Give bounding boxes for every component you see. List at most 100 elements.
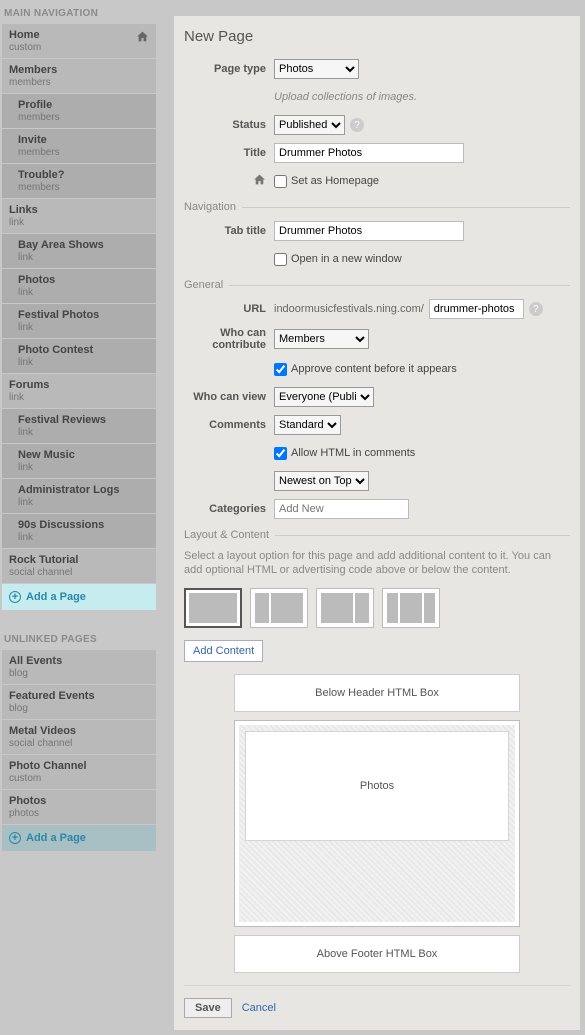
comments-select[interactable]: Standard [274,415,341,435]
add-page-label: Add a Page [26,591,86,603]
below-header-box[interactable]: Below Header HTML Box [234,674,520,712]
nav-item-subtitle: members [9,77,149,88]
nav-item-subtitle: link [18,532,149,543]
nav-item[interactable]: Profilemembers [2,94,156,128]
layout-desc: Select a layout option for this page and… [184,549,570,578]
approve-checkbox[interactable] [274,363,287,376]
nav-item[interactable]: Metal Videossocial channel [2,720,156,754]
nav-item-title: Rock Tutorial [9,554,78,566]
nav-item-title: Links [9,204,38,216]
nav-item[interactable]: Festival Reviewslink [2,409,156,443]
nav-item[interactable]: Linkslink [2,199,156,233]
nav-item-title: Invite [18,134,47,146]
save-button[interactable]: Save [184,998,232,1018]
nav-item-subtitle: custom [9,42,149,53]
nav-item[interactable]: Trouble?members [2,164,156,198]
nav-item-title: Photo Contest [18,344,93,356]
label-title: Title [184,147,274,159]
above-footer-box[interactable]: Above Footer HTML Box [234,935,520,973]
nav-item-subtitle: link [9,217,149,228]
url-slug-input[interactable] [429,299,524,319]
nav-item-subtitle: members [18,112,149,123]
contribute-select[interactable]: Members [274,329,369,349]
sidebar: MAIN NAVIGATION HomecustomMembersmembers… [0,0,158,1035]
nav-item[interactable]: New Musiclink [2,444,156,478]
nav-item[interactable]: Photo Contestlink [2,339,156,373]
nav-item-subtitle: blog [9,668,149,679]
photos-module[interactable]: Photos [245,731,509,841]
label-contribute: Who can contribute [184,327,274,351]
title-input[interactable] [274,143,464,163]
add-page-button[interactable]: + Add a Page [2,584,156,610]
nav-item-subtitle: members [18,182,149,193]
view-select[interactable]: Everyone (Public) [274,387,374,407]
nav-item-title: Bay Area Shows [18,239,104,251]
section-general: General [184,279,229,291]
help-icon[interactable]: ? [350,118,364,132]
cancel-link[interactable]: Cancel [242,1002,276,1014]
nav-item[interactable]: Photosphotos [2,790,156,824]
nav-item[interactable]: Photoslink [2,269,156,303]
nav-item-title: Festival Reviews [18,414,106,426]
label-comments: Comments [184,419,274,431]
comment-order-select[interactable]: Newest on Top [274,471,369,491]
layout-2col-right[interactable] [316,588,374,628]
nav-item-subtitle: photos [9,808,149,819]
allow-html-checkbox[interactable] [274,447,287,460]
categories-input[interactable] [274,499,409,519]
label-categories: Categories [184,503,274,515]
nav-item[interactable]: Administrator Logslink [2,479,156,513]
nav-item-subtitle: link [18,462,149,473]
nav-item-subtitle: members [18,147,149,158]
nav-item-title: Administrator Logs [18,484,119,496]
nav-item[interactable]: Membersmembers [2,59,156,93]
add-content-button[interactable]: Add Content [184,640,263,662]
nav-item-subtitle: social channel [9,738,149,749]
page-type-select[interactable]: Photos [274,59,359,79]
section-navigation: Navigation [184,201,242,213]
nav-item-title: 90s Discussions [18,519,104,531]
tab-title-input[interactable] [274,221,464,241]
nav-item-subtitle: link [9,392,149,403]
page-heading: New Page [184,28,570,45]
layout-2col-left[interactable] [250,588,308,628]
unlinked-heading: UNLINKED PAGES [2,630,156,649]
help-icon[interactable]: ? [529,302,543,316]
nav-item-title: Festival Photos [18,309,99,321]
plus-icon: + [9,832,21,844]
nav-item-subtitle: link [18,322,149,333]
nav-item[interactable]: Rock Tutorialsocial channel [2,549,156,583]
nav-item-title: Trouble? [18,169,64,181]
nav-item-title: Photos [18,274,55,286]
new-window-label: Open in a new window [291,253,402,265]
label-status: Status [184,119,274,131]
approve-label: Approve content before it appears [291,363,457,375]
nav-item[interactable]: All Eventsblog [2,650,156,684]
nav-item-subtitle: link [18,357,149,368]
status-select[interactable]: Published [274,115,345,135]
add-page-button-unlinked[interactable]: + Add a Page [2,825,156,851]
homepage-checkbox[interactable] [274,175,287,188]
nav-item[interactable]: Festival Photoslink [2,304,156,338]
nav-item-subtitle: blog [9,703,149,714]
nav-item[interactable]: Featured Eventsblog [2,685,156,719]
nav-item[interactable]: 90s Discussionslink [2,514,156,548]
nav-item[interactable]: Bay Area Showslink [2,234,156,268]
nav-item-subtitle: link [18,427,149,438]
add-page-label: Add a Page [26,832,86,844]
nav-item-title: Forums [9,379,49,391]
layout-options [184,588,570,628]
layout-3col[interactable] [382,588,440,628]
nav-item-title: New Music [18,449,75,461]
nav-item[interactable]: Homecustom [2,24,156,58]
url-base: indoormusicfestivals.ning.com/ [274,303,424,315]
main-panel: New Page Page type Photos Upload collect… [174,16,580,1030]
nav-item-title: Members [9,64,57,76]
layout-1col[interactable] [184,588,242,628]
nav-item-title: All Events [9,655,62,667]
nav-item[interactable]: Invitemembers [2,129,156,163]
nav-item[interactable]: Photo Channelcustom [2,755,156,789]
nav-item-title: Photo Channel [9,760,87,772]
nav-item[interactable]: Forumslink [2,374,156,408]
new-window-checkbox[interactable] [274,253,287,266]
